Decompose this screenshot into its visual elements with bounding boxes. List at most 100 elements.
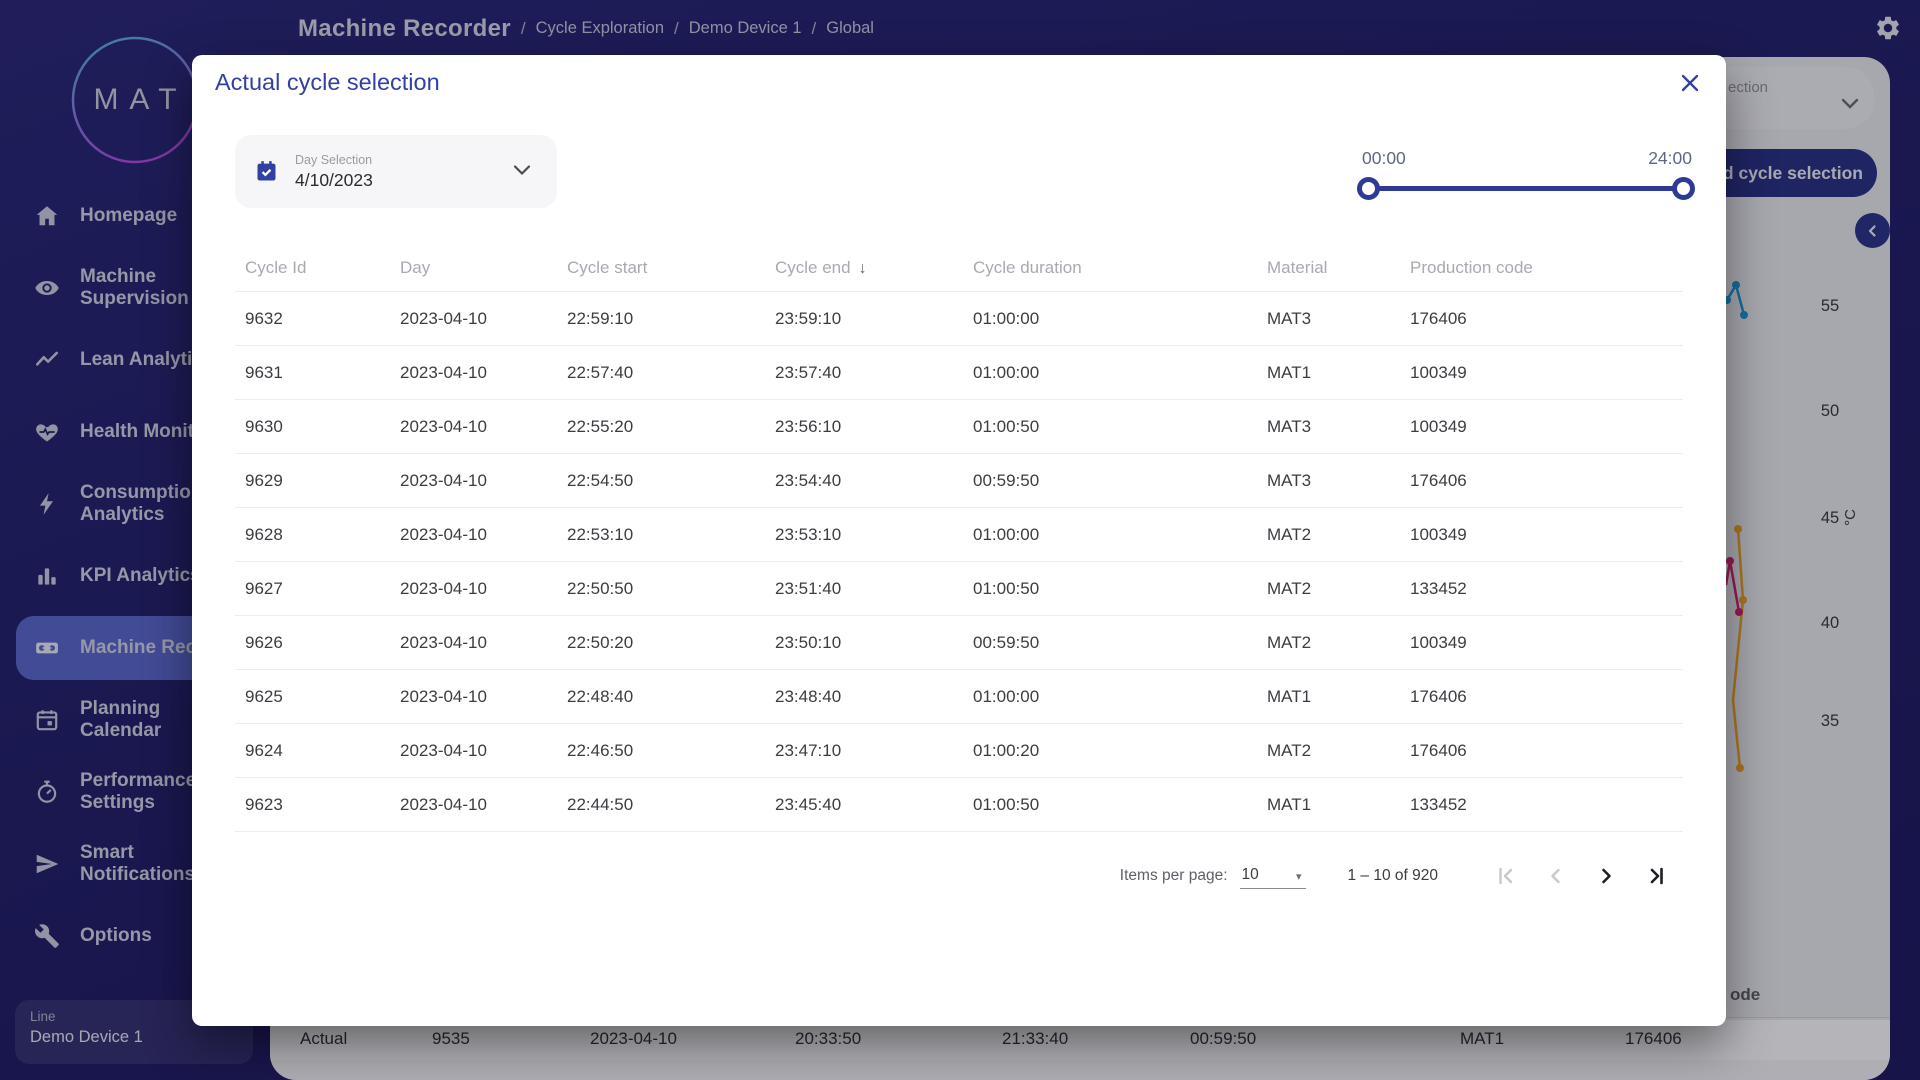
table-cell: 2023-04-10 <box>390 795 557 815</box>
table-row[interactable]: 96262023-04-1022:50:2023:50:1000:59:50MA… <box>235 615 1683 669</box>
table-cell: 9630 <box>235 417 390 437</box>
table-cell: MAT2 <box>1257 741 1400 761</box>
table-cell: MAT1 <box>1257 687 1400 707</box>
table-cell: 22:54:50 <box>557 471 765 491</box>
table-cell: MAT3 <box>1257 471 1400 491</box>
slider-track[interactable] <box>1368 186 1684 191</box>
column-header[interactable]: Cycle Id <box>235 258 390 278</box>
actual-cycle-selection-dialog: Actual cycle selection Day Selection 4/1… <box>192 55 1726 1026</box>
table-cell: 2023-04-10 <box>390 471 557 491</box>
table-cell: 9624 <box>235 741 390 761</box>
pagination-range-label: 1 – 10 of 920 <box>1348 867 1439 885</box>
table-cell: 01:00:00 <box>963 363 1257 383</box>
table-row[interactable]: 96252023-04-1022:48:4023:48:4001:00:00MA… <box>235 669 1683 723</box>
column-header[interactable]: Production code <box>1400 258 1683 278</box>
divider <box>235 831 1683 832</box>
table-cell: 2023-04-10 <box>390 363 557 383</box>
slider-handle-end[interactable] <box>1672 177 1695 200</box>
column-header[interactable]: Day <box>390 258 557 278</box>
table-cell: 9627 <box>235 579 390 599</box>
table-cell: 22:48:40 <box>557 687 765 707</box>
column-header[interactable]: Cycle start <box>557 258 765 278</box>
table-cell: 2023-04-10 <box>390 741 557 761</box>
first-page-button[interactable] <box>1494 864 1518 888</box>
table-cell: 01:00:50 <box>963 579 1257 599</box>
table-cell: 22:59:10 <box>557 309 765 329</box>
table-cell: 00:59:50 <box>963 633 1257 653</box>
table-row[interactable]: 96282023-04-1022:53:1023:53:1001:00:00MA… <box>235 507 1683 561</box>
table-cell: 23:57:40 <box>765 363 963 383</box>
last-page-button[interactable] <box>1644 864 1668 888</box>
table-cell: 176406 <box>1400 471 1683 491</box>
table-cell: 01:00:00 <box>963 309 1257 329</box>
table-cell: MAT3 <box>1257 309 1400 329</box>
table-row[interactable]: 96232023-04-1022:44:5023:45:4001:00:50MA… <box>235 777 1683 831</box>
table-cell: 01:00:50 <box>963 795 1257 815</box>
table-cell: 9628 <box>235 525 390 545</box>
day-selection-value: 4/10/2023 <box>295 170 373 191</box>
sort-desc-icon: ↓ <box>859 260 867 277</box>
table-cell: 133452 <box>1400 579 1683 599</box>
table-cell: 2023-04-10 <box>390 633 557 653</box>
items-per-page-label: Items per page: <box>1120 867 1228 885</box>
table-cell: 23:50:10 <box>765 633 963 653</box>
table-cell: 22:46:50 <box>557 741 765 761</box>
column-header[interactable]: Material <box>1257 258 1400 278</box>
previous-page-button[interactable] <box>1544 864 1568 888</box>
table-cell: 23:45:40 <box>765 795 963 815</box>
slider-end-label: 24:00 <box>1648 148 1692 169</box>
table-cell: 01:00:20 <box>963 741 1257 761</box>
table-cell: 22:44:50 <box>557 795 765 815</box>
chevron-down-icon <box>513 164 531 176</box>
table-cell: 176406 <box>1400 741 1683 761</box>
app-window: Machine Recorder / Cycle Exploration / D… <box>0 0 1920 1080</box>
table-cell: MAT2 <box>1257 525 1400 545</box>
table-cell: 9632 <box>235 309 390 329</box>
table-cell: 176406 <box>1400 309 1683 329</box>
table-cell: 22:50:50 <box>557 579 765 599</box>
table-row[interactable]: 96242023-04-1022:46:5023:47:1001:00:20MA… <box>235 723 1683 777</box>
table-cell: 2023-04-10 <box>390 309 557 329</box>
table-cell: 2023-04-10 <box>390 687 557 707</box>
items-per-page-select[interactable]: 10 ▾ <box>1240 864 1306 889</box>
time-range-slider: 00:00 24:00 <box>1368 148 1684 208</box>
table-cell: 00:59:50 <box>963 471 1257 491</box>
day-selection-label: Day Selection <box>295 153 373 167</box>
table-cell: 01:00:00 <box>963 525 1257 545</box>
table-cell: 100349 <box>1400 633 1683 653</box>
table-row[interactable]: 96302023-04-1022:55:2023:56:1001:00:50MA… <box>235 399 1683 453</box>
dialog-title: Actual cycle selection <box>215 69 440 96</box>
slider-start-label: 00:00 <box>1362 148 1406 169</box>
table-cell: 9625 <box>235 687 390 707</box>
column-header-sorted[interactable]: Cycle end↓ <box>765 258 963 278</box>
slider-handle-start[interactable] <box>1357 177 1380 200</box>
table-cell: MAT2 <box>1257 633 1400 653</box>
table-cell: 100349 <box>1400 525 1683 545</box>
table-cell: 22:53:10 <box>557 525 765 545</box>
table-cell: 23:47:10 <box>765 741 963 761</box>
table-cell: 2023-04-10 <box>390 525 557 545</box>
next-page-button[interactable] <box>1594 864 1618 888</box>
table-row[interactable]: 96312023-04-1022:57:4023:57:4001:00:00MA… <box>235 345 1683 399</box>
cycles-table: Cycle Id Day Cycle start Cycle end↓ Cycl… <box>235 245 1683 832</box>
table-row[interactable]: 96272023-04-1022:50:5023:51:4001:00:50MA… <box>235 561 1683 615</box>
table-cell: 22:55:20 <box>557 417 765 437</box>
table-cell: 01:00:50 <box>963 417 1257 437</box>
column-header[interactable]: Cycle duration <box>963 258 1257 278</box>
pagination-bar: Items per page: 10 ▾ 1 – 10 of 920 <box>1120 854 1668 898</box>
day-selection-field[interactable]: Day Selection 4/10/2023 <box>235 135 557 208</box>
calendar-check-icon <box>253 158 280 185</box>
table-cell: 01:00:00 <box>963 687 1257 707</box>
table-cell: 23:54:40 <box>765 471 963 491</box>
table-cell: 23:59:10 <box>765 309 963 329</box>
table-cell: MAT1 <box>1257 363 1400 383</box>
table-cell: MAT2 <box>1257 579 1400 599</box>
table-cell: 23:51:40 <box>765 579 963 599</box>
table-cell: 9631 <box>235 363 390 383</box>
table-row[interactable]: 96292023-04-1022:54:5023:54:4000:59:50MA… <box>235 453 1683 507</box>
close-icon[interactable] <box>1678 71 1702 95</box>
table-cell: 100349 <box>1400 363 1683 383</box>
table-row[interactable]: 96322023-04-1022:59:1023:59:1001:00:00MA… <box>235 291 1683 345</box>
table-cell: MAT3 <box>1257 417 1400 437</box>
caret-down-icon: ▾ <box>1296 870 1302 883</box>
